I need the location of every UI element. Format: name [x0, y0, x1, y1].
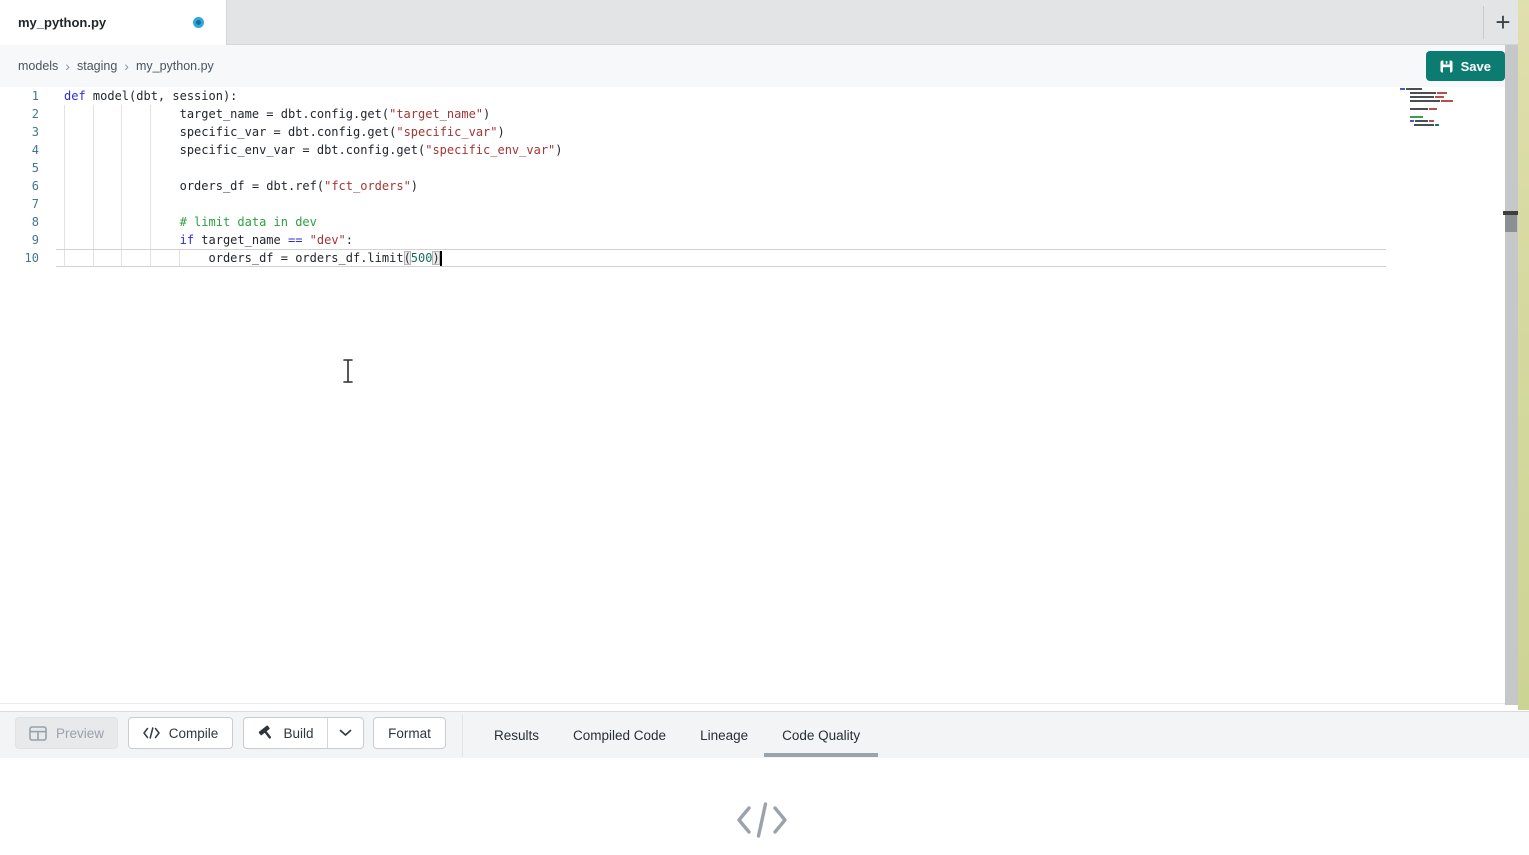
text-caret	[440, 251, 442, 266]
build-options-button[interactable]	[327, 718, 363, 748]
tab-lineage[interactable]: Lineage	[698, 712, 750, 758]
hammer-icon	[257, 725, 274, 741]
line-number: 8	[0, 213, 39, 231]
code-text: orders_df = orders_df.limit(500)	[39, 249, 442, 267]
code-text: def model(dbt, session):	[39, 87, 237, 105]
format-button[interactable]: Format	[373, 717, 446, 749]
line-number: 7	[0, 195, 39, 213]
code-text	[39, 159, 64, 177]
preview-button-label: Preview	[56, 726, 104, 741]
tab-code-quality-label: Code Quality	[782, 728, 860, 743]
tab-title: my_python.py	[18, 15, 193, 30]
window-edge-strip	[1518, 0, 1529, 710]
tab-code-quality[interactable]: Code Quality	[780, 712, 862, 758]
minimap-line	[1400, 116, 1466, 118]
code-line[interactable]: 10 orders_df = orders_df.limit(500)	[0, 249, 1529, 267]
vertical-scrollbar-thumb[interactable]	[1505, 215, 1517, 232]
table-icon	[29, 726, 47, 741]
format-button-label: Format	[388, 726, 431, 741]
breadcrumb: models › staging › my_python.py	[18, 45, 214, 87]
action-toolbar: Preview Compile Build	[0, 711, 1529, 758]
code-lines: 1def model(dbt, session):2 target_name =…	[0, 87, 1529, 267]
chevron-right-icon: ›	[65, 58, 70, 74]
indent-guide	[121, 105, 122, 267]
code-text: target_name = dbt.config.get("target_nam…	[39, 105, 490, 123]
code-line[interactable]: 3 specific_var = dbt.config.get("specifi…	[0, 123, 1529, 141]
minimap-line	[1400, 104, 1466, 106]
code-text: specific_env_var = dbt.config.get("speci…	[39, 141, 563, 159]
breadcrumb-item-file: my_python.py	[136, 59, 214, 73]
code-line[interactable]: 2 target_name = dbt.config.get("target_n…	[0, 105, 1529, 123]
breadcrumb-item-models: models	[18, 59, 58, 73]
editor-tab-bar: my_python.py +	[0, 0, 1529, 45]
line-number: 6	[0, 177, 39, 195]
code-text	[39, 195, 64, 213]
tab-compiled-code-label: Compiled Code	[573, 728, 666, 743]
minimap-line	[1400, 124, 1466, 126]
code-line[interactable]: 9 if target_name == "dev":	[0, 231, 1529, 249]
compile-button[interactable]: Compile	[128, 717, 233, 749]
build-split-button: Build	[243, 717, 364, 749]
line-number: 2	[0, 105, 39, 123]
code-line[interactable]: 1def model(dbt, session):	[0, 87, 1529, 105]
ide-window: my_python.py + models › staging › my_pyt…	[0, 0, 1529, 855]
code-text: if target_name == "dev":	[39, 231, 353, 249]
build-button-label: Build	[283, 726, 313, 741]
minimap-line	[1400, 112, 1466, 114]
tab-bar-separator	[1483, 6, 1484, 39]
tab-my-python[interactable]: my_python.py	[0, 0, 227, 45]
code-line[interactable]: 6 orders_df = dbt.ref("fct_orders")	[0, 177, 1529, 195]
line-number: 1	[0, 87, 39, 105]
indent-guide	[64, 105, 65, 267]
vertical-scrollbar-track[interactable]	[1505, 45, 1518, 705]
code-icon	[736, 800, 788, 840]
code-text: # limit data in dev	[39, 213, 317, 231]
toolbar-divider	[462, 714, 463, 757]
line-number: 10	[0, 249, 39, 267]
indent-guide	[150, 105, 151, 267]
minimap-line	[1400, 120, 1466, 122]
code-line[interactable]: 4 specific_env_var = dbt.config.get("spe…	[0, 141, 1529, 159]
chevron-right-icon: ›	[124, 58, 129, 74]
chevron-down-icon	[339, 729, 352, 737]
breadcrumb-bar: models › staging › my_python.py Save	[0, 45, 1529, 87]
tab-compiled-code[interactable]: Compiled Code	[571, 712, 668, 758]
minimap[interactable]	[1400, 88, 1466, 128]
panel-tabs: Results Compiled Code Lineage Code Quali…	[492, 712, 862, 758]
minimap-line	[1400, 88, 1466, 90]
minimap-line	[1400, 96, 1466, 98]
code-line[interactable]: 7	[0, 195, 1529, 213]
floppy-disk-icon	[1440, 60, 1453, 73]
new-tab-button[interactable]: +	[1485, 4, 1521, 40]
code-text: orders_df = dbt.ref("fct_orders")	[39, 177, 418, 195]
line-number: 3	[0, 123, 39, 141]
tab-results-label: Results	[494, 728, 539, 743]
code-line[interactable]: 8 # limit data in dev	[0, 213, 1529, 231]
unsaved-changes-dot-icon	[193, 17, 204, 28]
plus-icon: +	[1495, 7, 1510, 38]
save-button-label: Save	[1461, 59, 1491, 74]
line-number: 4	[0, 141, 39, 159]
indent-guide	[93, 105, 94, 267]
code-icon	[143, 727, 160, 739]
code-quality-panel	[0, 758, 1529, 855]
minimap-line	[1400, 100, 1466, 102]
breadcrumb-item-staging: staging	[77, 59, 117, 73]
build-button[interactable]: Build	[244, 718, 327, 748]
line-number: 9	[0, 231, 39, 249]
code-text: specific_var = dbt.config.get("specific_…	[39, 123, 505, 141]
tab-results[interactable]: Results	[492, 712, 541, 758]
line-number: 5	[0, 159, 39, 177]
minimap-line	[1400, 92, 1466, 94]
code-editor[interactable]: 1def model(dbt, session):2 target_name =…	[0, 87, 1529, 704]
indent-guide	[179, 249, 180, 267]
code-line[interactable]: 5	[0, 159, 1529, 177]
save-button[interactable]: Save	[1426, 51, 1505, 81]
preview-button[interactable]: Preview	[15, 717, 118, 749]
minimap-line	[1400, 108, 1466, 110]
compile-button-label: Compile	[169, 726, 219, 741]
tab-lineage-label: Lineage	[700, 728, 748, 743]
